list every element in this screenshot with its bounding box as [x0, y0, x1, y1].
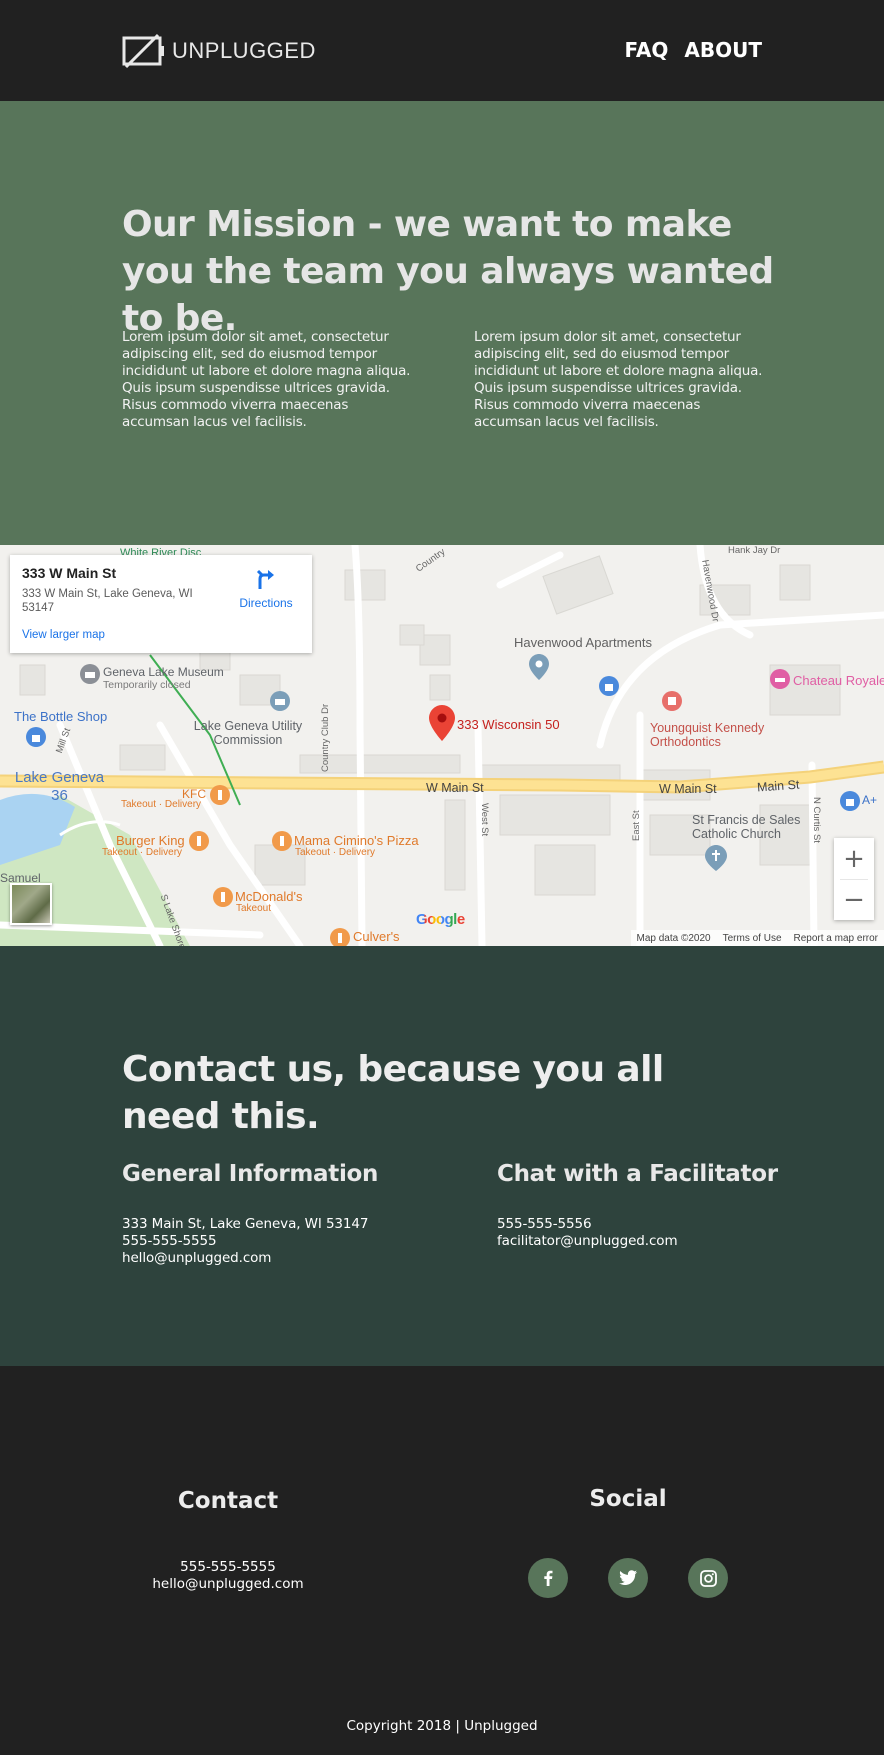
street-hank-jay: Hank Jay Dr [728, 545, 781, 556]
street-main: Main St [756, 777, 800, 795]
nav-about[interactable]: ABOUT [684, 38, 762, 62]
bottle-shop-pin-icon[interactable] [26, 727, 46, 747]
facilitator-lines: 555-555-5556 facilitator@unplugged.com [497, 1216, 678, 1250]
facebook-link[interactable] [528, 1558, 568, 1598]
map-label-utility[interactable]: Lake Geneva Utility Commission [184, 719, 312, 747]
church-pin-icon[interactable] [705, 845, 727, 871]
site-header: UNPLUGGED FAQ ABOUT [0, 0, 884, 101]
map-label-chateau[interactable]: Chateau Royale [793, 673, 884, 688]
footer-contact-lines: 555-555-5555 hello@unplugged.com [128, 1559, 328, 1593]
map-attribution: Map data ©2020 Terms of Use Report a map… [630, 930, 884, 946]
burger-king-pin-icon[interactable] [189, 831, 209, 851]
footer-contact-heading: Contact [177, 1488, 279, 1514]
utility-pin-icon[interactable] [270, 691, 290, 711]
map-label-museum[interactable]: Geneva Lake Museum [103, 665, 224, 679]
map-zoom-controls: + − [834, 838, 874, 920]
dental-pin-icon[interactable] [662, 691, 682, 711]
map-label-mama-cimino[interactable]: Mama Cimino's Pizza [294, 833, 419, 848]
hotel-pin-icon[interactable] [770, 669, 790, 689]
brand-name: UNPLUGGED [172, 38, 316, 63]
museum-pin-icon[interactable] [80, 664, 100, 684]
zoom-separator [840, 879, 868, 880]
store-pin-icon[interactable] [840, 791, 860, 811]
zoom-in-button[interactable]: + [834, 838, 874, 879]
shopping-pin-icon[interactable] [599, 676, 619, 696]
street-east: East St [631, 810, 642, 841]
nav-faq[interactable]: FAQ [625, 38, 669, 62]
map-label-mama-cimino-note: Takeout · Delivery [295, 847, 376, 858]
map-info-card: 333 W Main St 333 W Main St, Lake Geneva… [10, 555, 312, 653]
kfc-pin-icon[interactable] [210, 785, 230, 805]
footer-social-heading: Social [589, 1486, 667, 1512]
twitter-link[interactable] [608, 1558, 648, 1598]
general-info-lines: 333 Main St, Lake Geneva, WI 53147 555-5… [122, 1216, 368, 1267]
street-w-main-2: W Main St [659, 782, 717, 796]
map-label-burger-king[interactable]: Burger King [116, 833, 185, 848]
directions-button[interactable]: Directions [236, 567, 296, 610]
mcdonalds-pin-icon[interactable] [213, 887, 233, 907]
map-data-credit: Map data ©2020 [636, 932, 711, 944]
general-info-heading: General Information [122, 1161, 379, 1187]
view-larger-map-link[interactable]: View larger map [22, 629, 105, 641]
general-address: 333 Main St, Lake Geneva, WI 53147 [122, 1216, 369, 1232]
map-label-bottle-shop[interactable]: The Bottle Shop [14, 709, 107, 724]
contact-title: Contact us, because you all need this. [122, 1049, 664, 1137]
mission-paragraph-right: Lorem ipsum dolor sit amet, consectetur … [474, 329, 763, 430]
culvers-pin-icon[interactable] [330, 928, 350, 946]
map-label-mcdonalds-note: Takeout [236, 903, 272, 914]
contact-section: Contact us, because you all need this. G… [0, 946, 884, 1366]
map-label-st-francis[interactable]: St Francis de Sales Catholic Church [692, 813, 822, 841]
directions-label: Directions [239, 596, 293, 610]
instagram-link[interactable] [688, 1558, 728, 1598]
terms-of-use-link[interactable]: Terms of Use [723, 933, 782, 944]
street-west: West St [479, 803, 490, 837]
street-n-curtis: N Curtis St [811, 797, 822, 843]
facilitator-heading: Chat with a Facilitator [497, 1161, 778, 1187]
facilitator-phone[interactable]: 555-555-5556 [497, 1216, 678, 1233]
facebook-icon [544, 1570, 553, 1586]
instagram-icon [699, 1569, 717, 1587]
map-marker-label[interactable]: 333 Wisconsin 50 [457, 717, 560, 732]
map-card-title: 333 W Main St [22, 565, 117, 581]
copyright-text: Copyright 2018 | Unplugged [346, 1718, 538, 1734]
general-email[interactable]: hello@unplugged.com [122, 1250, 368, 1267]
street-w-main-1: W Main St [426, 781, 484, 795]
zoom-out-button[interactable]: − [834, 879, 874, 920]
main-nav: FAQ ABOUT [625, 38, 762, 62]
mission-section: Our Mission - we want to make you the te… [0, 101, 884, 545]
mission-title: Our Mission - we want to make you the te… [122, 204, 774, 339]
brand-logo[interactable]: UNPLUGGED [122, 33, 316, 69]
battery-off-icon [122, 33, 164, 69]
map-label-youngquist[interactable]: Youngquist Kennedy Orthodontics [650, 721, 780, 749]
map-label-kfc-note: Takeout · Delivery [121, 799, 202, 810]
apartment-pin-icon[interactable] [529, 654, 549, 680]
mama-cimino-pin-icon[interactable] [272, 831, 292, 851]
map-card-address: 333 W Main St, Lake Geneva, WI 53147 [22, 588, 193, 614]
map-label-lake-geneva-36[interactable]: Lake Geneva 36 [12, 769, 107, 805]
map-label-mcdonalds[interactable]: McDonald's [235, 889, 303, 904]
google-logo: Google [416, 911, 465, 928]
site-footer: Contact 555-555-5555 hello@unplugged.com… [0, 1366, 884, 1755]
satellite-toggle[interactable] [10, 883, 52, 925]
directions-icon [256, 569, 274, 589]
footer-email[interactable]: hello@unplugged.com [128, 1576, 328, 1593]
report-map-error-link[interactable]: Report a map error [794, 933, 878, 944]
street-country-club: Country Club Dr [320, 703, 331, 772]
facilitator-email[interactable]: facilitator@unplugged.com [497, 1233, 678, 1250]
twitter-icon [619, 1570, 637, 1585]
embedded-map[interactable]: White River Disc Havenwood Apartments Ch… [0, 545, 884, 946]
location-pin-icon[interactable] [429, 705, 455, 741]
map-label-museum-note: Temporarily closed [103, 679, 191, 691]
map-label-havenwood[interactable]: Havenwood Apartments [514, 635, 652, 650]
mission-paragraph-left: Lorem ipsum dolor sit amet, consectetur … [122, 329, 411, 430]
google-logo-text: Google [416, 911, 465, 928]
map-label-culvers[interactable]: Culver's [353, 929, 400, 944]
map-label-a-plus[interactable]: A+ [862, 793, 877, 807]
map-label-burger-king-note: Takeout · Delivery [102, 847, 183, 858]
social-links [528, 1558, 728, 1598]
footer-phone[interactable]: 555-555-5555 [128, 1559, 328, 1576]
general-phone[interactable]: 555-555-5555 [122, 1233, 368, 1250]
